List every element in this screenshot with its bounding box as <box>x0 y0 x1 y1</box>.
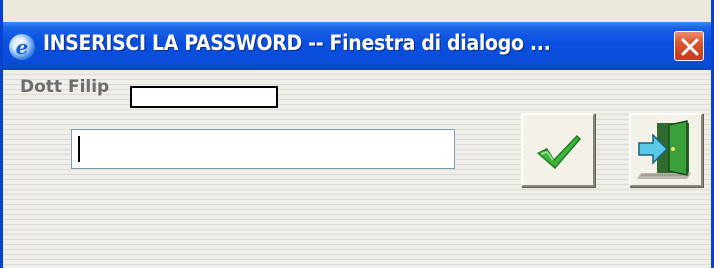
confirm-button[interactable] <box>521 113 595 187</box>
password-input[interactable] <box>71 129 455 169</box>
close-button[interactable] <box>674 31 704 61</box>
text-caret <box>78 136 80 162</box>
checkmark-icon <box>537 135 581 169</box>
exit-door-icon <box>637 120 691 179</box>
redaction-box <box>130 86 278 108</box>
exit-button[interactable] <box>629 113 703 187</box>
window-title: INSERISCI LA PASSWORD -- Finestra di dia… <box>43 31 551 55</box>
close-icon <box>681 38 699 56</box>
user-name-label: Dott Filip <box>20 77 110 97</box>
internet-explorer-icon: e <box>9 34 35 60</box>
password-dialog-window: e INSERISCI LA PASSWORD -- Finestra di d… <box>0 0 714 268</box>
title-bar[interactable]: e INSERISCI LA PASSWORD -- Finestra di d… <box>3 22 711 70</box>
dialog-body: Dott Filip <box>3 70 711 268</box>
